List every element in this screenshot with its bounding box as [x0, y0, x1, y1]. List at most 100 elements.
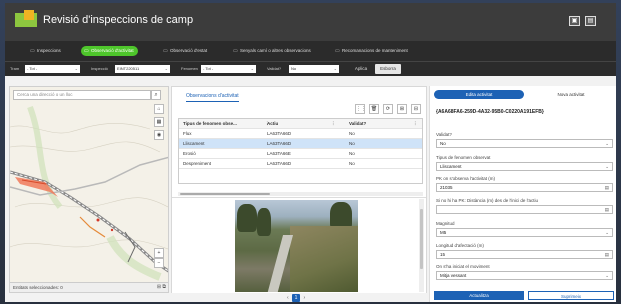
field-longitud-label: Longitud d'afectació (m) — [436, 243, 484, 248]
zoom-out-icon[interactable]: − — [154, 258, 164, 268]
table-options-icon[interactable]: ⊞ — [397, 104, 407, 114]
tab-inspeccions[interactable]: Inspeccions — [27, 46, 65, 56]
field-longitud-input[interactable]: 15 ▤ — [436, 250, 613, 259]
cell-actiu: LA63TA66D — [267, 131, 292, 136]
cell-tipus: Despreniment — [183, 161, 212, 166]
field-distancia-input[interactable]: ▤ — [436, 205, 613, 214]
chevron-down-icon: ⌄ — [605, 273, 609, 278]
photo-tree — [237, 204, 257, 232]
basemap-icon[interactable]: ▦ — [154, 117, 164, 127]
apply-button[interactable]: Aplica — [350, 64, 372, 74]
pager-current-page[interactable]: 1 — [292, 294, 301, 302]
search-icon[interactable]: ⌕ — [151, 90, 161, 100]
locate-icon[interactable]: ◉ — [154, 130, 164, 140]
edit-panel-tabs: Edita activitat Nova activitat — [430, 90, 616, 99]
tab-observacio-estat[interactable]: Observació d'estat — [160, 46, 211, 56]
cell-tipus: Lliscament — [183, 141, 205, 146]
table-layout-icon[interactable]: ⊟ — [411, 104, 421, 114]
update-button[interactable]: Actualitza — [434, 291, 524, 300]
cell-tipus: Erosió — [183, 151, 196, 156]
edit-icon: ▤ — [604, 185, 609, 190]
filter-fenomen-select[interactable]: - Tot - ⌄ — [201, 65, 256, 73]
cell-actiu: LA63TA66E — [267, 151, 291, 156]
field-tipus-value: Lliscament — [440, 164, 462, 169]
selected-entities-count: Entitats seleccionades: 0 — [13, 285, 63, 290]
filter-inspeccio-select[interactable]: EINT220511 ⌄ — [115, 65, 170, 73]
home-icon[interactable]: ⌂ — [154, 104, 164, 114]
refresh-icon[interactable]: ⟳ — [383, 104, 393, 114]
map-status-icons[interactable]: ⊞ ⧉ — [157, 283, 166, 292]
filter-fenomen-value: - Tot - — [203, 66, 214, 71]
tab-edit-activity[interactable]: Edita activitat — [434, 90, 524, 99]
app-window: Revisió d'inspeccions de camp ▣ ▤ Inspec… — [5, 3, 616, 302]
field-distancia-label: Si no hi ha PK: Distància (m) des de l'i… — [436, 198, 539, 203]
cell-actiu: LA63TA66D — [267, 141, 292, 146]
columns-icon[interactable]: ⋮⋮ — [355, 104, 366, 114]
map-panel[interactable]: Cerca una direcció o un lloc ⌕ ⌂ + − ▦ ◉… — [9, 86, 169, 293]
app-logo — [15, 10, 37, 27]
column-header-actiu[interactable]: Actiu — [267, 119, 337, 128]
table-horizontal-scrollbar[interactable] — [178, 192, 423, 196]
column-menu-icon[interactable]: ⋮ — [413, 119, 423, 128]
tab-recomanacions[interactable]: Recomanacions de manteniment — [332, 46, 412, 56]
pager-next-icon[interactable]: › — [303, 295, 305, 301]
cell-tipus: Flux — [183, 131, 192, 136]
map-canvas[interactable] — [10, 87, 169, 293]
layout-icon[interactable]: ▣ — [569, 16, 580, 26]
table-row[interactable]: Flux LA63TA66D No — [179, 129, 422, 139]
field-longitud-value: 15 — [440, 252, 446, 257]
map-search-input[interactable]: Cerca una direcció o un lloc — [13, 90, 151, 100]
field-magnitud-value: M5 — [440, 230, 447, 235]
pagination: ‹ 1 › — [287, 294, 305, 302]
field-validat-label: Validat? — [436, 132, 452, 137]
field-validat-value: No — [440, 141, 446, 146]
field-pk-label: PK on s'observa l'activitat (m) — [436, 176, 495, 181]
chevron-down-icon: ⌄ — [164, 66, 168, 71]
chevron-down-icon: ⌄ — [74, 66, 78, 71]
cell-actiu: LA63TA66D — [267, 161, 292, 166]
table-row-selected[interactable]: Lliscament LA63TA66D No — [179, 139, 422, 149]
filter-validat-select[interactable]: No ⌄ — [289, 65, 339, 73]
edit-icon: ▤ — [604, 252, 609, 257]
tab-senyals-cami[interactable]: Senyals camí o altres observacions — [230, 46, 315, 56]
table-row[interactable]: Despreniment LA63TA66D No — [179, 159, 422, 169]
app-header: Revisió d'inspeccions de camp ▣ ▤ — [5, 3, 616, 41]
filter-fenomen-label: Fenomen — [181, 66, 198, 71]
chevron-down-icon: ⌄ — [605, 141, 609, 146]
inspection-photo[interactable] — [235, 200, 358, 292]
field-pk-input[interactable]: 21035 ▤ — [436, 183, 613, 192]
field-inici-select[interactable]: Mitja vessant ⌄ — [436, 271, 613, 280]
edit-panel: Edita activitat Nova activitat {A6A68FA6… — [429, 86, 616, 302]
field-inici-value: Mitja vessant — [440, 273, 467, 278]
photo-slope — [290, 226, 358, 292]
cell-validat: No — [349, 151, 355, 156]
observations-panel: Observacions d'activitat ⋮⋮ 🗑 ⟳ ⊞ ⊟ Tipu… — [171, 86, 427, 293]
chevron-down-icon: ⌄ — [605, 230, 609, 235]
delete-button[interactable]: Suprimeix — [528, 291, 614, 300]
field-validat-select[interactable]: No ⌄ — [436, 139, 613, 148]
table-row[interactable]: Erosió LA63TA66E No — [179, 149, 422, 159]
cell-validat: No — [349, 131, 355, 136]
chevron-down-icon: ⌄ — [333, 66, 337, 71]
field-pk-value: 21035 — [440, 185, 453, 190]
tab-observacio-activitat[interactable]: Observació d'activitat — [81, 46, 138, 56]
photo-tree — [257, 208, 271, 236]
column-menu-icon[interactable]: ⋮ — [331, 119, 341, 128]
screen-frame: Revisió d'inspeccions de camp ▣ ▤ Inspec… — [0, 0, 621, 304]
attachment-vertical-scrollbar[interactable] — [419, 199, 424, 292]
map-status-bar: Entitats seleccionades: 0 ⊞ ⧉ — [10, 282, 168, 292]
field-tipus-select[interactable]: Lliscament ⌄ — [436, 162, 613, 171]
zoom-in-icon[interactable]: + — [154, 248, 164, 258]
tab-new-activity[interactable]: Nova activitat — [528, 90, 614, 99]
tab-observacions-activitat[interactable]: Observacions d'activitat — [186, 93, 239, 102]
grid-icon[interactable]: ▤ — [585, 16, 596, 26]
field-magnitud-select[interactable]: M5 ⌄ — [436, 228, 613, 237]
pager-prev-icon[interactable]: ‹ — [287, 295, 289, 301]
filter-validat-value: No — [291, 66, 297, 71]
clear-button[interactable]: Esborra — [375, 64, 401, 74]
column-header-validat[interactable]: Validat? — [349, 119, 419, 128]
filter-tram-select[interactable]: - Tot - ⌄ — [25, 65, 80, 73]
delete-icon[interactable]: 🗑 — [369, 104, 379, 114]
column-header-tipus[interactable]: Tipus de fenomen obse... — [183, 119, 263, 128]
chevron-down-icon: ⌄ — [250, 66, 254, 71]
